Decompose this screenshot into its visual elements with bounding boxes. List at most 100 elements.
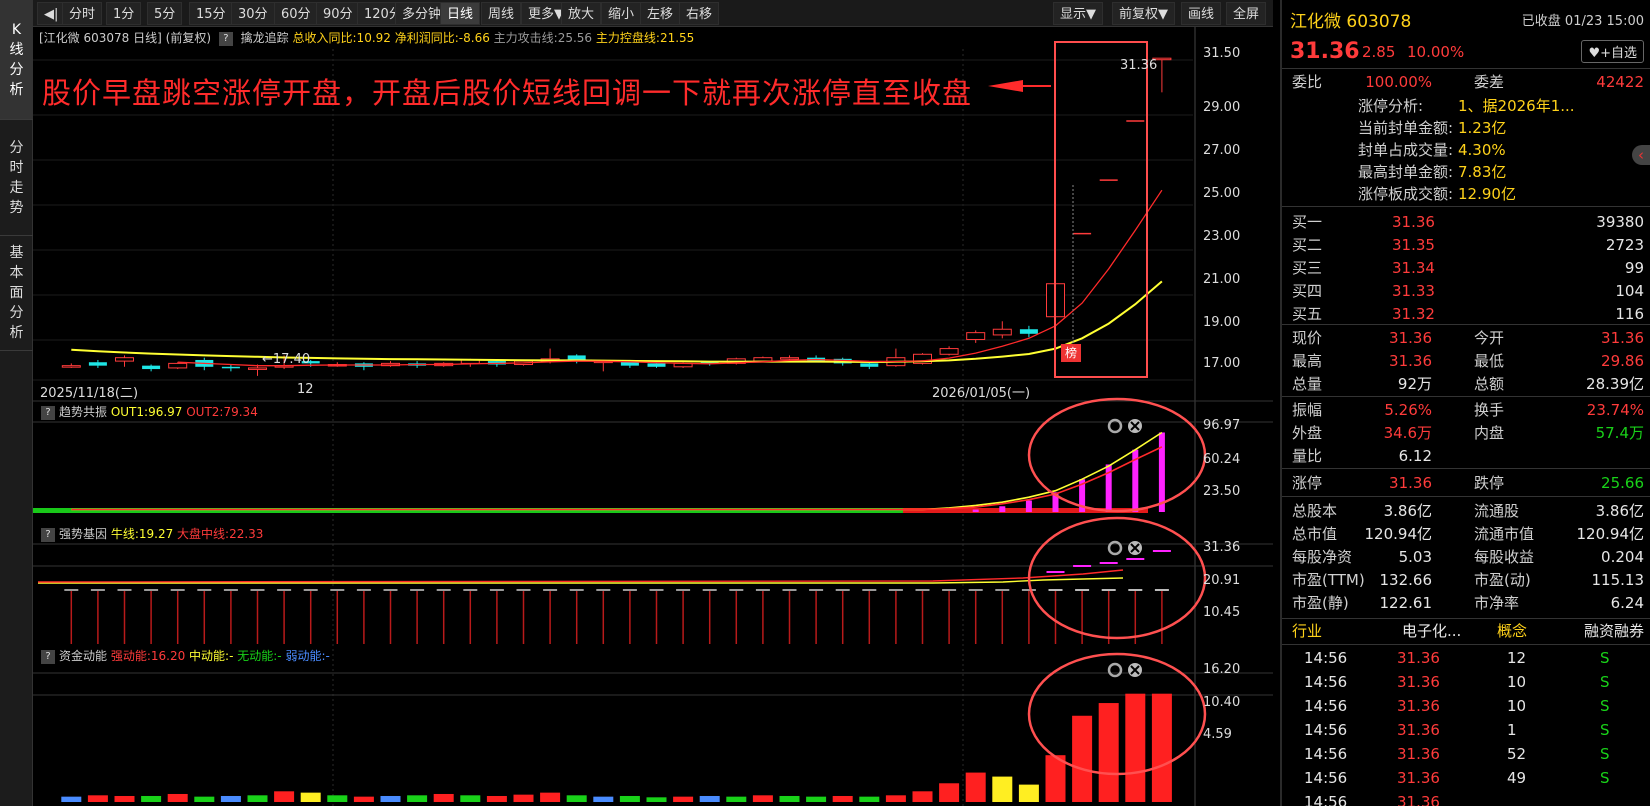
add-watchlist-button[interactable]: ♥+自选 (1581, 40, 1644, 63)
indicator-name[interactable]: 擒龙追踪 (241, 31, 289, 45)
concept-label[interactable]: 概念 (1497, 619, 1527, 643)
candle-body (647, 363, 666, 367)
quote-label: 现价 (1292, 329, 1323, 347)
current-price: 31.36 (1290, 39, 1360, 64)
bid-label: 买三 (1292, 259, 1323, 277)
quote-row: 14:56 31.36 (1282, 790, 1650, 806)
bid-price: 31.33 (1392, 282, 1435, 300)
quote-label: 量比 (1292, 447, 1323, 465)
indicator-axis-label: 96.97 (1203, 418, 1241, 433)
toolbar-btn-1[interactable]: 分时 (62, 2, 103, 25)
collapse-icon[interactable]: ‹ (1632, 145, 1650, 165)
quote-row: 每股净资 5.03 每股收益 0.204 (1282, 545, 1650, 569)
quote-row: 买四 31.33 104 (1282, 279, 1650, 303)
divider (1282, 644, 1650, 645)
stock-label: [江化微 603078 日线] (39, 31, 162, 45)
indicator-value: 大盘中线:22.33 (177, 527, 264, 541)
quote-label: 总额 (1474, 375, 1505, 393)
indicator-value: 中动能:- (189, 649, 238, 663)
toolbar-btn-2[interactable]: 1分 (106, 2, 142, 25)
toolbar-btn-7[interactable]: 90分 (316, 2, 360, 25)
left-tab-0[interactable]: K线分析 (0, 0, 33, 120)
date-axis-label: 12 (297, 382, 314, 397)
rank-badge[interactable]: 榜 (1065, 344, 1077, 361)
quote-row: 市盈(静) 122.61 市净率 6.24 (1282, 591, 1650, 615)
tick-time: 14:56 (1304, 793, 1348, 806)
quote-label: 市净率 (1474, 594, 1520, 612)
help-icon[interactable]: ? (41, 649, 55, 664)
limit-up-value[interactable]: 1、据2026年1... (1458, 94, 1575, 118)
toolbar-btn-13[interactable]: 放大 (561, 2, 602, 25)
left-tabs: K线分析 分时走势 基本面分析 (0, 0, 33, 806)
toolbar-right-btn-2[interactable]: 画线 (1181, 2, 1222, 25)
price-pct: 10.00% (1407, 43, 1465, 61)
quote-row: 市盈(TTM) 132.66 市盈(动) 115.13 (1282, 568, 1650, 592)
momentum-bar (673, 796, 694, 802)
momentum-bar (194, 796, 215, 802)
toolbar-right-btn-0[interactable]: 显示▼ (1053, 2, 1103, 25)
quote-label: 振幅 (1292, 401, 1323, 419)
tick-price: 31.36 (1397, 745, 1440, 763)
help-icon[interactable]: ? (218, 31, 233, 46)
toolbar-btn-10[interactable]: 日线 (440, 2, 481, 25)
tick-time: 14:56 (1304, 697, 1348, 715)
tick-volume: 49 (1507, 769, 1527, 787)
momentum-bar (1125, 693, 1146, 802)
adj-label[interactable]: (前复权) (166, 31, 211, 45)
quote-row: 涨停板成交额: 12.90亿 (1282, 182, 1650, 206)
tick-price: 31.36 (1397, 721, 1440, 739)
tick-price: 31.36 (1397, 697, 1440, 715)
divider (1282, 496, 1650, 497)
quote-value: 132.66 (1379, 571, 1433, 589)
indicator-axis-label: 4.59 (1203, 727, 1232, 742)
momentum-bar (274, 791, 295, 802)
toolbar-btn-5[interactable]: 30分 (231, 2, 275, 25)
divider (1282, 68, 1650, 69)
tick-price: 31.36 (1397, 649, 1440, 667)
quote-label: 市盈(动) (1474, 571, 1531, 589)
toolbar-btn-11[interactable]: 周线 (481, 2, 522, 25)
quote-row: 最高封单金额: 7.83亿 (1282, 160, 1650, 184)
candle-body (142, 365, 161, 370)
quote-value: 34.6万 (1383, 424, 1432, 442)
stock-title: 江化微 603078 (1290, 12, 1412, 32)
toolbar-btn-14[interactable]: 缩小 (601, 2, 642, 25)
toolbar-right-btn-1[interactable]: 前复权▼ (1112, 2, 1175, 25)
momentum-bar (859, 796, 880, 802)
limit-up-value: 12.90亿 (1458, 185, 1516, 203)
momentum-bar (1098, 703, 1119, 802)
momentum-bar (460, 795, 481, 802)
sector-value[interactable]: 电子化... (1402, 619, 1461, 643)
toolbar-btn-15[interactable]: 左移 (640, 2, 681, 25)
quote-row: 14:56 31.36 1 S (1282, 718, 1650, 742)
left-tab-2[interactable]: 基本面分析 (0, 236, 33, 351)
momentum-bar (407, 795, 428, 802)
quote-value: 23.74% (1586, 401, 1644, 419)
left-tab-1[interactable]: 分时走势 (0, 120, 33, 236)
limit-up-label: 最高封单金额: (1358, 163, 1454, 181)
divider (1282, 468, 1650, 469)
toolbar-btn-4[interactable]: 15分 (189, 2, 233, 25)
indicator-name[interactable]: 资金动能 (59, 649, 111, 663)
quote-label: 最低 (1474, 352, 1505, 370)
sector-label[interactable]: 行业 (1292, 619, 1322, 643)
margin-label[interactable]: 融资融券 (1584, 619, 1644, 643)
indicator-name[interactable]: 趋势共振 (59, 405, 111, 419)
indicator-axis-label: 16.20 (1203, 662, 1241, 677)
quote-panel: 江化微 603078 已收盘 01/23 15:00 31.36 2.85 10.00%… (1280, 0, 1650, 806)
quote-row: 外盘 34.6万 内盘 57.4万 (1282, 421, 1650, 445)
bid-price: 31.34 (1392, 259, 1435, 277)
momentum-bar (540, 792, 561, 802)
quote-label: 每股收益 (1474, 548, 1535, 566)
toolbar-right-btn-3[interactable]: 全屏 (1226, 2, 1267, 25)
momentum-bar (593, 796, 614, 802)
toolbar-btn-6[interactable]: 60分 (274, 2, 318, 25)
toolbar-btn-3[interactable]: 5分 (147, 2, 183, 25)
wc-value: 42422 (1596, 73, 1644, 91)
toolbar-btn-16[interactable]: 右移 (679, 2, 720, 25)
momentum-bar (806, 796, 827, 802)
quote-row: 14:56 31.36 10 S (1282, 694, 1650, 718)
help-icon[interactable]: ? (41, 527, 55, 542)
help-icon[interactable]: ? (41, 405, 55, 420)
indicator-name[interactable]: 强势基因 (59, 527, 111, 541)
